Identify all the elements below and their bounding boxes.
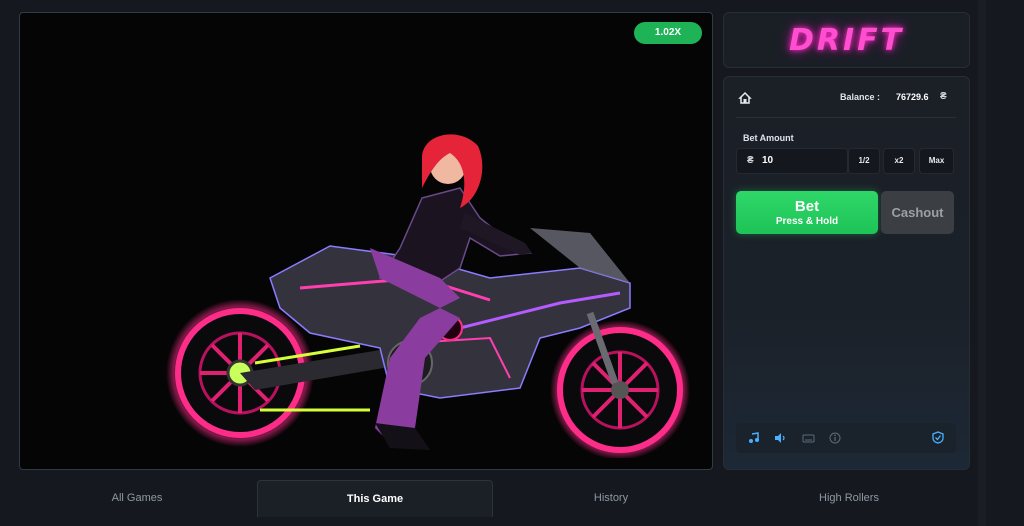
coin-icon: ₴ <box>940 91 947 102</box>
bet-amount-label: Bet Amount <box>743 133 794 143</box>
logo-panel: DRIFT <box>723 12 970 68</box>
max-bet-button[interactable]: Max <box>919 148 954 174</box>
bet-amount-value: 10 <box>762 155 774 166</box>
tab-this-game[interactable]: This Game <box>257 480 493 517</box>
cashout-button[interactable]: Cashout <box>881 191 954 234</box>
music-icon[interactable] <box>748 431 760 449</box>
bet-button-sublabel: Press & Hold <box>775 216 839 227</box>
bet-button-label: Bet <box>794 198 820 215</box>
balance-label: Balance : <box>840 92 881 102</box>
tab-all-games[interactable]: All Games <box>19 480 255 516</box>
double-bet-button[interactable]: x2 <box>883 148 915 174</box>
shield-icon[interactable] <box>932 431 944 449</box>
balance-value: 76729.6 <box>896 92 929 102</box>
front-wheel <box>550 320 690 460</box>
bottom-tabs: All Games This Game History High Rollers <box>19 480 971 520</box>
coin-icon: ₴ <box>747 155 754 166</box>
home-icon[interactable] <box>738 91 752 105</box>
bet-panel: Balance : 76729.6 ₴ Bet Amount ₴ 10 1/2 … <box>723 76 970 470</box>
settings-bar <box>736 423 956 453</box>
game-logo: DRIFT <box>788 23 905 58</box>
volume-icon[interactable] <box>774 431 786 449</box>
bet-button[interactable]: Bet Press & Hold <box>736 191 878 234</box>
tab-high-rollers[interactable]: High Rollers <box>731 480 967 516</box>
half-bet-button[interactable]: 1/2 <box>848 148 880 174</box>
scrollbar[interactable] <box>978 0 986 526</box>
divider <box>736 117 956 118</box>
game-canvas[interactable] <box>19 12 713 470</box>
bet-amount-input[interactable]: ₴ 10 <box>736 148 848 174</box>
keyboard-icon[interactable] <box>802 431 815 449</box>
multiplier-badge: 1.02X <box>634 22 702 44</box>
info-icon[interactable] <box>829 431 841 449</box>
rider-on-neon-motorcycle <box>160 128 700 463</box>
tab-history[interactable]: History <box>493 480 729 516</box>
